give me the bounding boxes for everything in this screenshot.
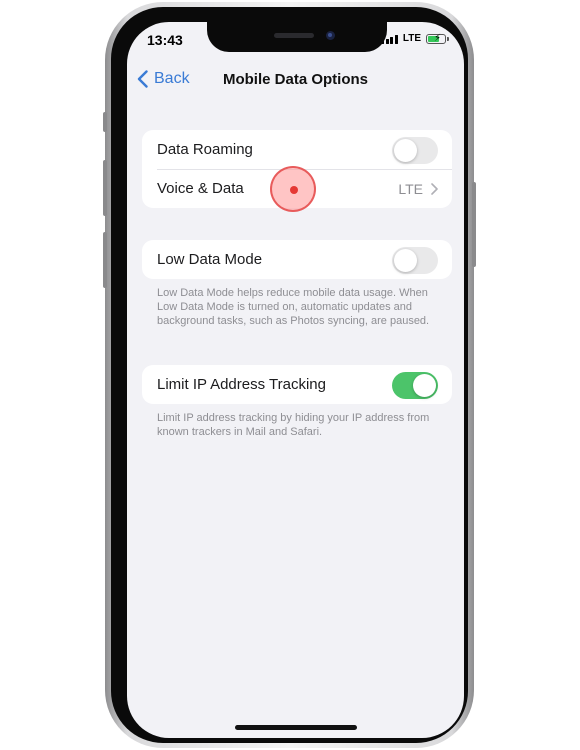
status-time: 13:43: [147, 32, 183, 48]
voice-data-label: Voice & Data: [157, 180, 244, 197]
silent-switch: [103, 112, 107, 132]
ip-tracking-group: Limit IP Address Tracking: [142, 365, 452, 404]
data-roaming-toggle[interactable]: [392, 137, 438, 164]
network-type: LTE: [402, 33, 421, 44]
phone-frame: 13:43 LTE ⚡ Back Mobile Data Options Dat…: [103, 2, 476, 748]
voice-data-value: LTE: [398, 180, 423, 197]
low-data-mode-toggle[interactable]: [392, 247, 438, 274]
power-button: [472, 182, 476, 267]
page-title: Mobile Data Options: [222, 71, 368, 88]
limit-ip-footnote: Limit IP address tracking by hiding your…: [157, 412, 430, 438]
limit-ip-label: Limit IP Address Tracking: [157, 376, 326, 393]
speaker-grille: [274, 33, 314, 38]
battery-charging-icon: ⚡: [426, 33, 449, 44]
data-roaming-row: Data Roaming: [142, 130, 452, 169]
notch: [207, 22, 387, 52]
navigation-bar: Back Mobile Data Options: [127, 66, 464, 94]
volume-up-button: [103, 160, 107, 216]
phone-bezel: 13:43 LTE ⚡ Back Mobile Data Options Dat…: [111, 7, 468, 743]
low-data-mode-row: Low Data Mode: [142, 240, 452, 279]
home-indicator[interactable]: [235, 725, 357, 730]
front-camera: [326, 31, 335, 40]
chevron-right-icon: [431, 182, 438, 195]
status-indicators: LTE ⚡: [381, 33, 449, 44]
data-roaming-label: Data Roaming: [157, 141, 253, 158]
tap-indicator: [270, 166, 316, 212]
limit-ip-toggle[interactable]: [392, 372, 438, 399]
screen: 13:43 LTE ⚡ Back Mobile Data Options Dat…: [127, 22, 464, 738]
low-data-group: Low Data Mode: [142, 240, 452, 279]
voice-data-detail: LTE: [398, 169, 438, 208]
low-data-mode-footnote: Low Data Mode helps reduce mobile data u…: [157, 287, 430, 327]
limit-ip-row: Limit IP Address Tracking: [142, 365, 452, 404]
volume-down-button: [103, 232, 107, 288]
low-data-mode-label: Low Data Mode: [157, 251, 263, 268]
